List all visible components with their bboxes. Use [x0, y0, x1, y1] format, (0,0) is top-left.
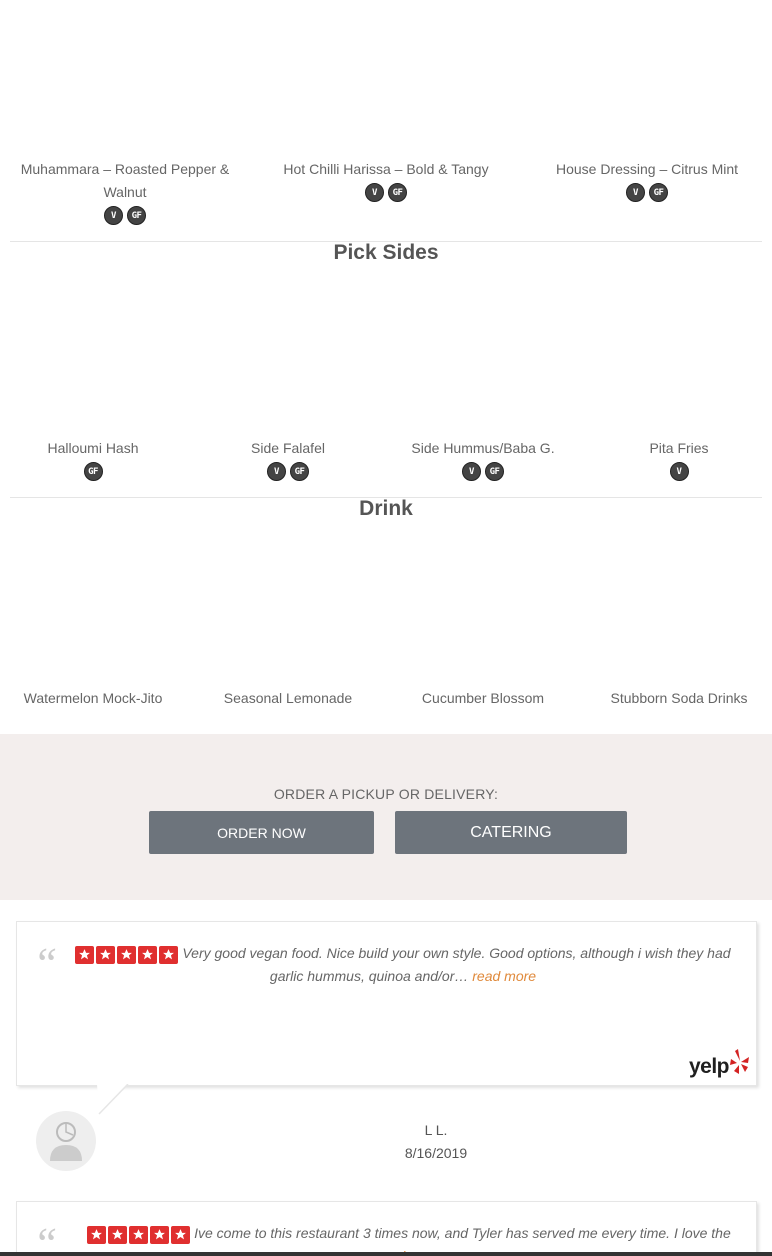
order-now-button[interactable]: ORDER NOW: [149, 811, 374, 854]
sauce-name: House Dressing – Citrus Mint: [555, 161, 739, 177]
side-item[interactable]: Pita Fries V: [586, 437, 772, 481]
gluten-free-badge-icon: GF: [649, 183, 668, 202]
side-name: Side Falafel: [251, 440, 325, 456]
side-item[interactable]: Side Falafel V GF: [195, 437, 381, 481]
vegan-badge-icon: V: [462, 462, 481, 481]
star-rating: [75, 945, 179, 964]
vegan-badge-icon: V: [365, 183, 384, 202]
vegan-badge-icon: V: [626, 183, 645, 202]
star-icon: [150, 1225, 170, 1244]
order-section: ORDER A PICKUP OR DELIVERY: ORDER NOW CA…: [0, 734, 772, 900]
reviewer-name: L L.: [424, 1122, 448, 1138]
vegan-badge-icon: V: [267, 462, 286, 481]
sauce-item[interactable]: Hot Chilli Harissa – Bold & Tangy V GF: [266, 158, 506, 202]
review-text: Ive come to this restaurant 3 times now,…: [194, 1225, 731, 1241]
review-text-block: Very good vegan food. Nice build your ow…: [69, 942, 737, 988]
diet-badges: V: [586, 462, 772, 481]
review-text: Very good vegan food. Nice build your ow…: [182, 945, 731, 984]
side-item[interactable]: Side Hummus/Baba G. V GF: [390, 437, 576, 481]
star-icon: [159, 945, 179, 964]
order-label: ORDER A PICKUP OR DELIVERY:: [273, 786, 499, 802]
diet-badges: GF: [0, 462, 186, 481]
gluten-free-badge-icon: GF: [485, 462, 504, 481]
section-title-sides: Pick Sides: [333, 241, 439, 264]
sauce-item[interactable]: House Dressing – Citrus Mint V GF: [530, 158, 764, 202]
star-icon: [96, 945, 116, 964]
sauce-name: Hot Chilli Harissa – Bold & Tangy: [283, 161, 489, 177]
section-title-drink: Drink: [359, 497, 413, 520]
star-icon: [108, 1225, 128, 1244]
star-icon: [117, 945, 137, 964]
side-name: Halloumi Hash: [47, 440, 139, 456]
review-date: 8/16/2019: [404, 1145, 468, 1161]
gluten-free-badge-icon: GF: [127, 206, 146, 225]
star-icon: [75, 945, 95, 964]
bottom-edge-bar: [0, 1252, 772, 1256]
drink-item[interactable]: Watermelon Mock-Jito: [0, 687, 186, 710]
star-rating: [87, 1225, 191, 1244]
star-icon: [171, 1225, 191, 1244]
diet-badges: V GF: [390, 462, 576, 481]
sauce-name: Muhammara – Roasted Pepper & Walnut: [20, 161, 230, 200]
user-icon: [50, 1122, 82, 1161]
drink-item[interactable]: Stubborn Soda Drinks: [586, 687, 772, 710]
quote-icon: “: [33, 939, 58, 988]
diet-badges: V GF: [530, 183, 764, 202]
diet-badges: V GF: [266, 183, 506, 202]
review-card: “ Ive come to this restaurant 3 times no…: [16, 1201, 757, 1256]
gluten-free-badge-icon: GF: [290, 462, 309, 481]
catering-button[interactable]: CATERING: [395, 811, 627, 854]
gluten-free-badge-icon: GF: [83, 462, 103, 481]
star-icon: [138, 945, 158, 964]
yelp-logo[interactable]: yelp: [689, 1048, 750, 1079]
quote-icon: “: [33, 1219, 58, 1256]
read-more-link[interactable]: read more: [472, 968, 536, 984]
yelp-logo-text: yelp: [688, 1055, 730, 1078]
side-name: Side Hummus/Baba G.: [411, 440, 555, 456]
star-icon: [87, 1225, 107, 1244]
gluten-free-badge-icon: GF: [388, 183, 407, 202]
speech-tail: [97, 1084, 129, 1115]
star-icon: [129, 1225, 149, 1244]
review-card: “ Very good vegan food. Nice build your …: [16, 921, 757, 1086]
diet-badges: V GF: [195, 462, 381, 481]
diet-badges: V GF: [10, 206, 240, 225]
reviewer-avatar: [36, 1111, 96, 1171]
drink-item[interactable]: Cucumber Blossom: [390, 687, 576, 710]
vegan-badge-icon: V: [104, 206, 123, 225]
yelp-burst-icon: [730, 1049, 749, 1074]
drink-item[interactable]: Seasonal Lemonade: [195, 687, 381, 710]
side-item[interactable]: Halloumi Hash GF: [0, 437, 186, 481]
side-name: Pita Fries: [649, 440, 709, 456]
review-text-block: Ive come to this restaurant 3 times now,…: [75, 1222, 743, 1256]
vegan-badge-icon: V: [669, 462, 689, 481]
sauce-item[interactable]: Muhammara – Roasted Pepper & Walnut V GF: [10, 158, 240, 225]
